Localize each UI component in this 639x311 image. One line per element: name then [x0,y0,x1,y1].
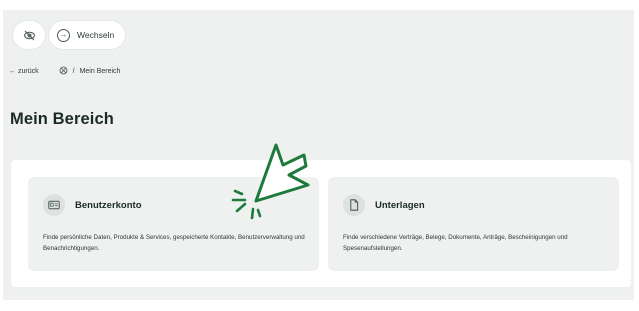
switch-label: Wechseln [77,30,115,40]
breadcrumb: ← zurück / Mein Bereich [9,66,120,77]
back-arrow-icon: ← [9,68,16,75]
id-card-icon [43,194,65,216]
eye-off-icon [23,30,35,40]
home-icon[interactable] [59,66,68,77]
page: → Wechseln ← zurück / Mein Bereich Mein … [0,0,639,311]
arrow-right-circle-icon: → [57,28,70,42]
card-title: Unterlagen [375,199,425,211]
card-unterlagen[interactable]: Unterlagen Finde verschiedene Verträge, … [328,177,619,271]
breadcrumb-separator: / [72,68,75,75]
card-title: Benutzerkonto [75,199,142,211]
card-header: Unterlagen [343,194,425,216]
card-header: Benutzerkonto [43,194,142,216]
switch-button[interactable]: → Wechseln [49,21,126,49]
back-label: zurück [18,68,39,75]
document-icon [343,194,365,216]
card-description: Finde persönliche Daten, Produkte & Serv… [43,234,305,252]
breadcrumb-current: Mein Bereich [79,68,121,75]
card-description: Finde verschiedene Verträge, Belege, Dok… [343,234,568,252]
back-link[interactable]: ← zurück [9,68,39,75]
top-bar: → Wechseln [13,19,126,51]
visibility-toggle-button[interactable] [13,21,45,49]
app-area: → Wechseln ← zurück / Mein Bereich Mein … [3,10,634,300]
page-title: Mein Bereich [10,110,114,128]
click-cursor-icon [231,143,310,220]
